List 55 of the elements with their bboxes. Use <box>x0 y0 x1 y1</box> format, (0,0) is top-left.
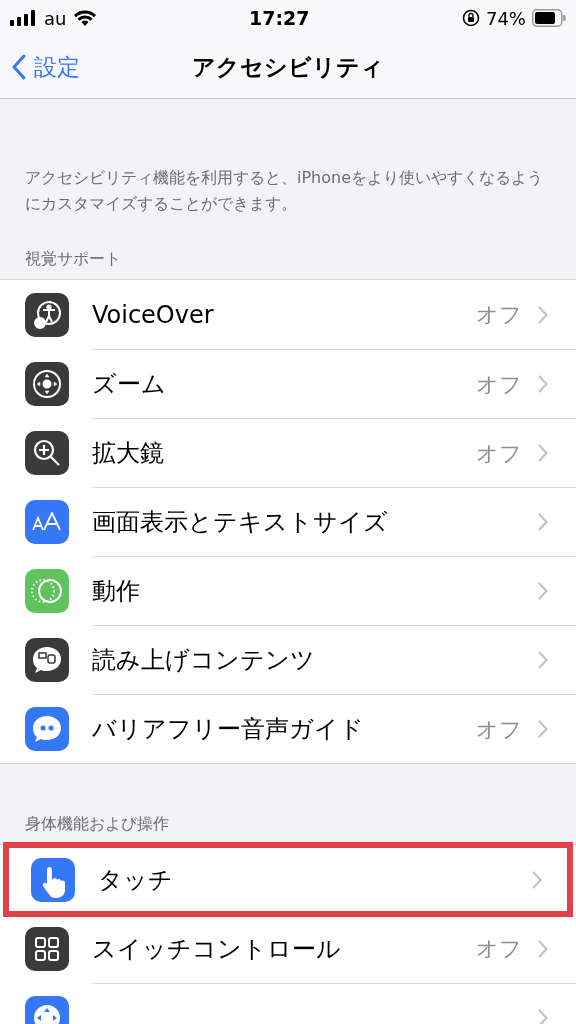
row-value: オフ <box>476 301 522 329</box>
zoom-icon <box>25 361 69 406</box>
chevron-icon <box>538 513 548 531</box>
description-text: アクセシビリティ機能を利用すると、iPhoneをより使いやすくなるようにカスタマイズすることができます。 <box>24 167 544 215</box>
row-label: ズーム <box>92 369 166 400</box>
motion-icon <box>25 568 69 613</box>
chevron-icon <box>538 651 548 669</box>
chevron-icon <box>538 1009 548 1024</box>
section-header: 身体機能および操作 <box>24 813 170 835</box>
page-title: アクセシビリティ <box>192 52 384 82</box>
row-label: 拡大鏡 <box>92 438 164 469</box>
chevron-icon <box>538 444 548 462</box>
settings-row[interactable]: VoiceOver オフ <box>0 280 576 349</box>
row-value: オフ <box>476 439 522 468</box>
settings-row[interactable]: スイッチコントロール オフ <box>0 914 576 983</box>
wifi-icon <box>74 10 97 26</box>
row-label: VoiceOver <box>92 299 214 331</box>
chevron-icon <box>538 720 548 738</box>
settings-row[interactable]: 拡大鏡 オフ <box>0 418 576 487</box>
row-value: オフ <box>476 715 522 744</box>
back-chevron-icon <box>12 54 26 80</box>
signal-icon <box>10 10 36 26</box>
magnifier-icon <box>25 430 69 475</box>
settings-row[interactable]: 画面表示とテキストサイズ <box>0 487 576 556</box>
chevron-icon <box>538 582 548 600</box>
row-label: 画面表示とテキストサイズ <box>92 507 388 538</box>
text-size-icon <box>25 499 69 544</box>
settings-row[interactable]: ズーム オフ <box>0 349 576 418</box>
battery-percent: 74% <box>485 6 526 31</box>
chevron-icon <box>538 305 548 324</box>
settings-row[interactable]: タッチ <box>6 845 570 914</box>
battery-icon <box>532 9 566 27</box>
row-label: バリアフリー音声ガイド <box>92 714 364 745</box>
row-label: 動作 <box>92 576 140 607</box>
row-label: タッチ <box>98 864 173 896</box>
row-label: 読み上げコンテンツ <box>92 645 315 676</box>
carrier-label: au <box>44 6 67 31</box>
chevron-icon <box>538 375 548 393</box>
settings-row[interactable]: 動作 <box>0 556 576 625</box>
grid-icon <box>25 926 69 971</box>
settings-row[interactable]: バリアフリー音声ガイド オフ <box>0 694 576 763</box>
speech-bubble-icon <box>25 637 69 682</box>
accessibility-icon <box>25 292 69 337</box>
row-label: スイッチコントロール <box>92 933 341 965</box>
status-time: 17:27 <box>248 5 310 31</box>
back-button[interactable]: 設定 <box>12 49 80 85</box>
chevron-icon <box>538 939 548 958</box>
chevron-icon <box>532 870 542 889</box>
settings-row[interactable]: 読み上げコンテンツ <box>0 625 576 694</box>
pointing-hand-icon <box>31 857 75 902</box>
section-header: 視覚サポート <box>24 248 122 270</box>
rotation-lock-icon <box>461 9 480 27</box>
quote-bubble-icon <box>25 706 69 751</box>
row-value: オフ <box>476 935 522 963</box>
row-value: オフ <box>476 370 522 399</box>
